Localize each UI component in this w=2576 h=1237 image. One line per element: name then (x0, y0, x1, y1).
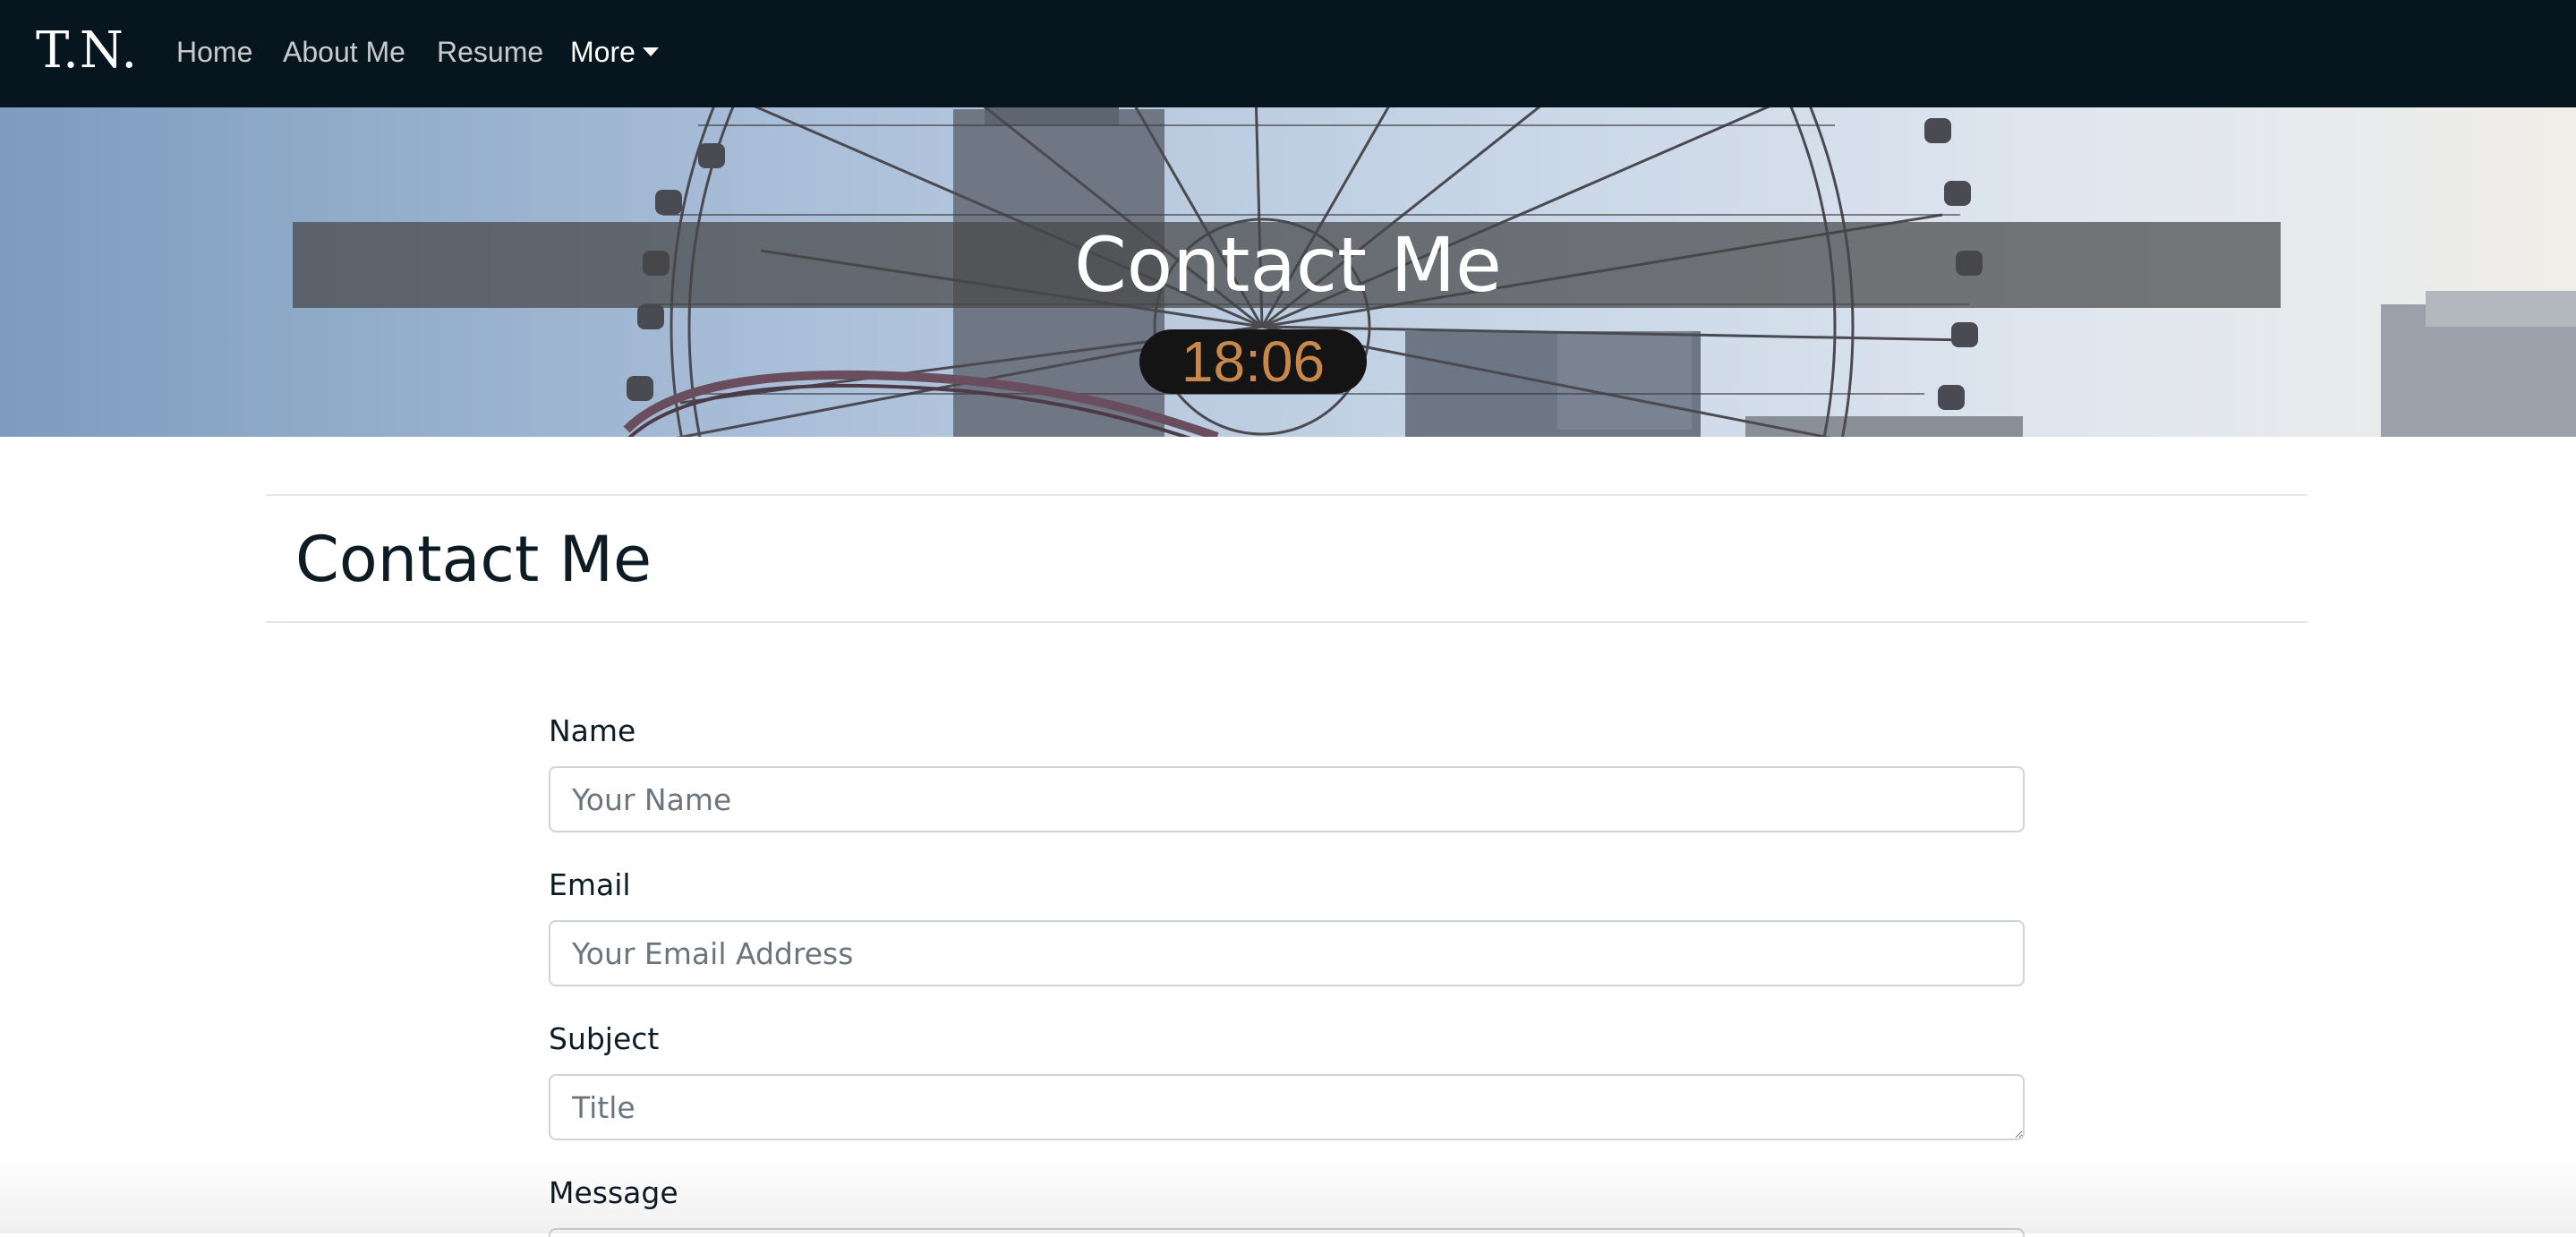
message-label: Message (549, 1175, 678, 1210)
subject-input[interactable] (549, 1074, 2025, 1140)
hero-banner: Contact Me 18:06 (0, 107, 2576, 437)
caret-down-icon (642, 47, 659, 56)
message-input[interactable] (549, 1228, 2025, 1237)
email-input[interactable] (549, 920, 2025, 986)
section-divider-top (266, 494, 2307, 496)
nav-link-about-me[interactable]: About Me (283, 36, 405, 69)
nav-link-home[interactable]: Home (176, 36, 252, 69)
nav-link-resume[interactable]: Resume (437, 36, 543, 69)
hero-clock-sign: 18:06 (1139, 329, 1367, 394)
email-label: Email (549, 867, 631, 902)
hero-title: Contact Me (1074, 221, 1502, 309)
bottom-scroll-shadow (0, 1155, 2576, 1233)
navbar: T.N. Home About Me Resume More (0, 0, 2576, 107)
page-title: Contact Me (295, 523, 653, 596)
brand-logo[interactable]: T.N. (36, 21, 138, 80)
name-input[interactable] (549, 766, 2025, 832)
name-label: Name (549, 713, 636, 748)
section-divider-bottom (266, 621, 2307, 623)
nav-dropdown-more[interactable]: More (570, 36, 659, 69)
subject-label: Subject (549, 1021, 660, 1056)
nav-dropdown-more-label: More (570, 36, 635, 68)
